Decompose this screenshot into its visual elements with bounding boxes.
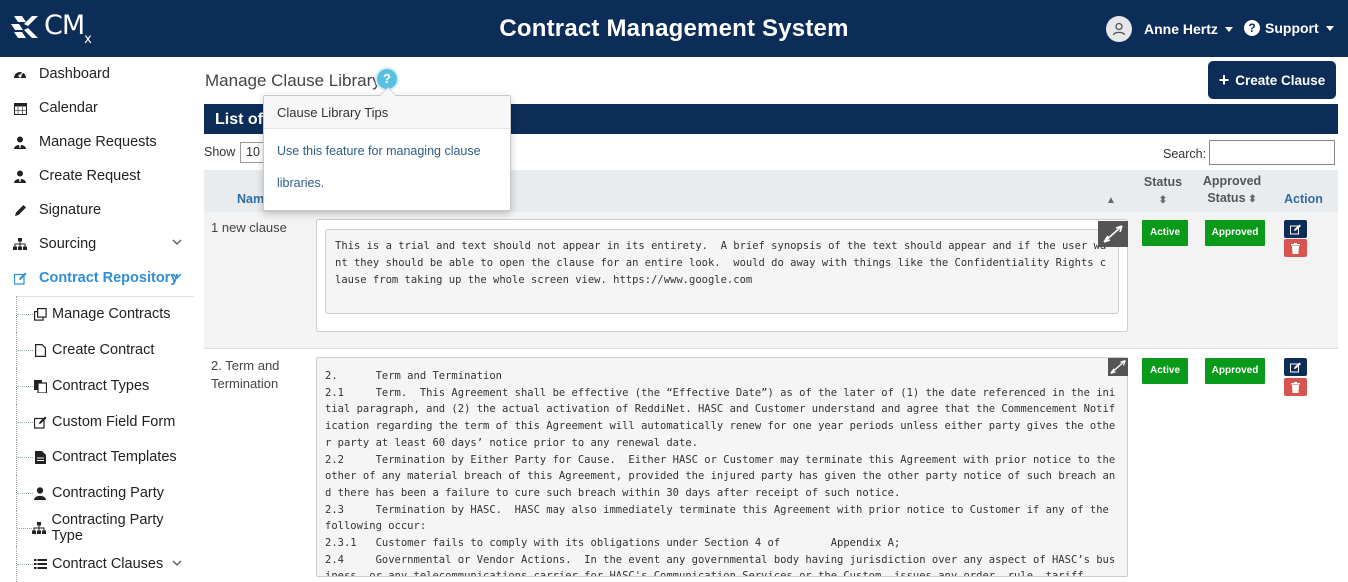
- sidebar-item-contract-repository[interactable]: Contract Repository: [0, 261, 194, 295]
- edit-icon: [1289, 224, 1301, 234]
- help-icon[interactable]: ?: [377, 69, 397, 89]
- sidebar-subitem-label: Custom Field Form: [52, 414, 176, 430]
- sidebar-subitem-contract-templates[interactable]: Contract Templates: [16, 439, 194, 475]
- support-menu[interactable]: ? Support: [1244, 20, 1334, 36]
- table-row: 1 new clause This is a trial and text sh…: [204, 212, 1338, 349]
- status-badge: Active: [1142, 358, 1188, 384]
- trash-icon: [1291, 381, 1300, 393]
- sidebar-item-dashboard[interactable]: Dashboard: [0, 57, 194, 91]
- sidebar-item-label: Calendar: [39, 100, 98, 116]
- top-bar: CMx Contract Management System Anne Hert…: [0, 0, 1348, 57]
- status-badge: Active: [1142, 220, 1188, 246]
- popover-arrow: [379, 87, 397, 96]
- dashboard-icon: [12, 68, 28, 80]
- user-tie-icon: [12, 170, 28, 183]
- sidebar-subitem-create-contract[interactable]: Create Contract: [16, 332, 194, 368]
- clause-text: This is a trial and text should not appe…: [325, 229, 1119, 314]
- sidebar-subitem-label: Contract Clauses: [52, 556, 164, 572]
- clone-icon: [33, 307, 47, 321]
- sidebar-item-label: Dashboard: [39, 66, 110, 82]
- question-circle-icon: ?: [1244, 20, 1260, 36]
- help-popover: Clause Library Tips Use this feature for…: [263, 87, 511, 211]
- sort-icon: ⬍: [1245, 194, 1257, 205]
- support-label: Support: [1265, 20, 1319, 36]
- show-label: Show: [204, 145, 236, 159]
- expand-icon[interactable]: [1108, 358, 1128, 376]
- sidebar-subitem-label: Contract Types: [52, 378, 150, 394]
- sidebar-subitem-label: Manage Contracts: [52, 306, 171, 322]
- chevron-down-icon: [1224, 26, 1233, 32]
- approved-badge: Approved: [1205, 220, 1265, 246]
- sitemap-icon: [32, 522, 47, 534]
- sidebar-subitem-label: Create Contract: [52, 342, 155, 358]
- user-icon: [33, 486, 47, 500]
- clause-name: 2. Term and Termination: [211, 358, 280, 391]
- trash-icon: [1291, 242, 1300, 254]
- file-icon: [33, 343, 47, 357]
- search-input[interactable]: [1209, 140, 1335, 165]
- calendar-icon: [12, 102, 28, 115]
- sidebar-item-manage-requests[interactable]: Manage Requests: [0, 125, 194, 159]
- clause-text: 2. Term and Termination 2.1 Term. This A…: [316, 357, 1128, 577]
- sidebar-subitem-manage-contracts[interactable]: Manage Contracts: [16, 296, 194, 332]
- sort-icon[interactable]: ▲: [1106, 191, 1116, 209]
- chevron-down-icon: [1325, 25, 1334, 31]
- files-icon: [33, 379, 47, 393]
- sidebar-subitem-contract-clauses[interactable]: Contract Clauses: [16, 546, 194, 582]
- create-clause-button[interactable]: + Create Clause: [1208, 61, 1336, 99]
- sidebar-subitem-contract-types[interactable]: Contract Types: [16, 368, 194, 404]
- sidebar-item-calendar[interactable]: Calendar: [0, 91, 194, 125]
- sidebar-subitem-contracting-party[interactable]: Contracting Party: [16, 475, 194, 511]
- sort-icon: ⬍: [1158, 195, 1168, 206]
- column-header-status[interactable]: Status ⬍: [1140, 174, 1186, 209]
- table-row: 2. Term and Termination 2. Term and Term…: [204, 350, 1338, 577]
- sidebar-subitem-label: Contracting Party: [52, 485, 165, 501]
- sidebar-item-sourcing[interactable]: Sourcing: [0, 227, 194, 261]
- sidebar-item-label: Manage Requests: [39, 134, 157, 150]
- sidebar-item-label: Contract Repository: [39, 270, 179, 286]
- sidebar-subitem-label: Contract Templates: [52, 449, 177, 465]
- pen-icon: [12, 204, 28, 217]
- delete-button[interactable]: [1284, 239, 1307, 257]
- edit-button[interactable]: [1284, 358, 1307, 376]
- sidebar-item-create-request[interactable]: Create Request: [0, 159, 194, 193]
- clause-text-container: This is a trial and text should not appe…: [316, 219, 1128, 332]
- edit-icon: [1289, 362, 1301, 372]
- clause-name: 1 new clause: [211, 220, 287, 235]
- expand-icon[interactable]: [1098, 221, 1128, 247]
- column-header-action: Action: [1284, 192, 1323, 206]
- edit-button[interactable]: [1284, 220, 1307, 238]
- search-label: Search:: [1163, 147, 1207, 161]
- edit-icon: [12, 272, 28, 285]
- column-header-status-label: Status: [1143, 175, 1183, 189]
- file-text-icon: [33, 450, 47, 464]
- popover-body: Use this feature for managing clause lib…: [277, 144, 481, 190]
- approved-badge: Approved: [1205, 358, 1265, 384]
- user-name: Anne Hertz: [1144, 21, 1218, 37]
- sidebar-item-label: Signature: [39, 202, 102, 218]
- page-title: Manage Clause Library: [205, 71, 381, 90]
- sidebar-subitem-custom-field-form[interactable]: Custom Field Form: [16, 404, 194, 440]
- delete-button[interactable]: [1284, 378, 1307, 396]
- chevron-down-icon: [172, 273, 182, 280]
- sidebar-subitem-contracting-party-type[interactable]: Contracting Party Type: [16, 510, 194, 546]
- sidebar-subitem-label: Contracting Party Type: [51, 512, 164, 544]
- user-avatar-icon: [1112, 22, 1126, 36]
- edit-icon: [33, 416, 47, 429]
- sitemap-icon: [12, 238, 28, 250]
- sidebar-item-label: Create Request: [39, 168, 141, 184]
- user-menu[interactable]: Anne Hertz: [1106, 16, 1233, 42]
- user-tie-icon: [12, 136, 28, 149]
- create-clause-label: Create Clause: [1235, 72, 1326, 88]
- chevron-down-icon: [172, 239, 182, 245]
- plus-icon: +: [1218, 70, 1230, 90]
- column-header-approved-status[interactable]: Approved Status ⬍: [1202, 173, 1262, 208]
- sidebar-item-label: Sourcing: [39, 236, 97, 252]
- list-icon: [33, 558, 47, 570]
- chevron-down-icon: [172, 560, 182, 566]
- sidebar: Dashboard Calendar Manage Requests Creat…: [0, 57, 194, 582]
- avatar: [1106, 16, 1132, 42]
- sidebar-item-signature[interactable]: Signature: [0, 193, 194, 227]
